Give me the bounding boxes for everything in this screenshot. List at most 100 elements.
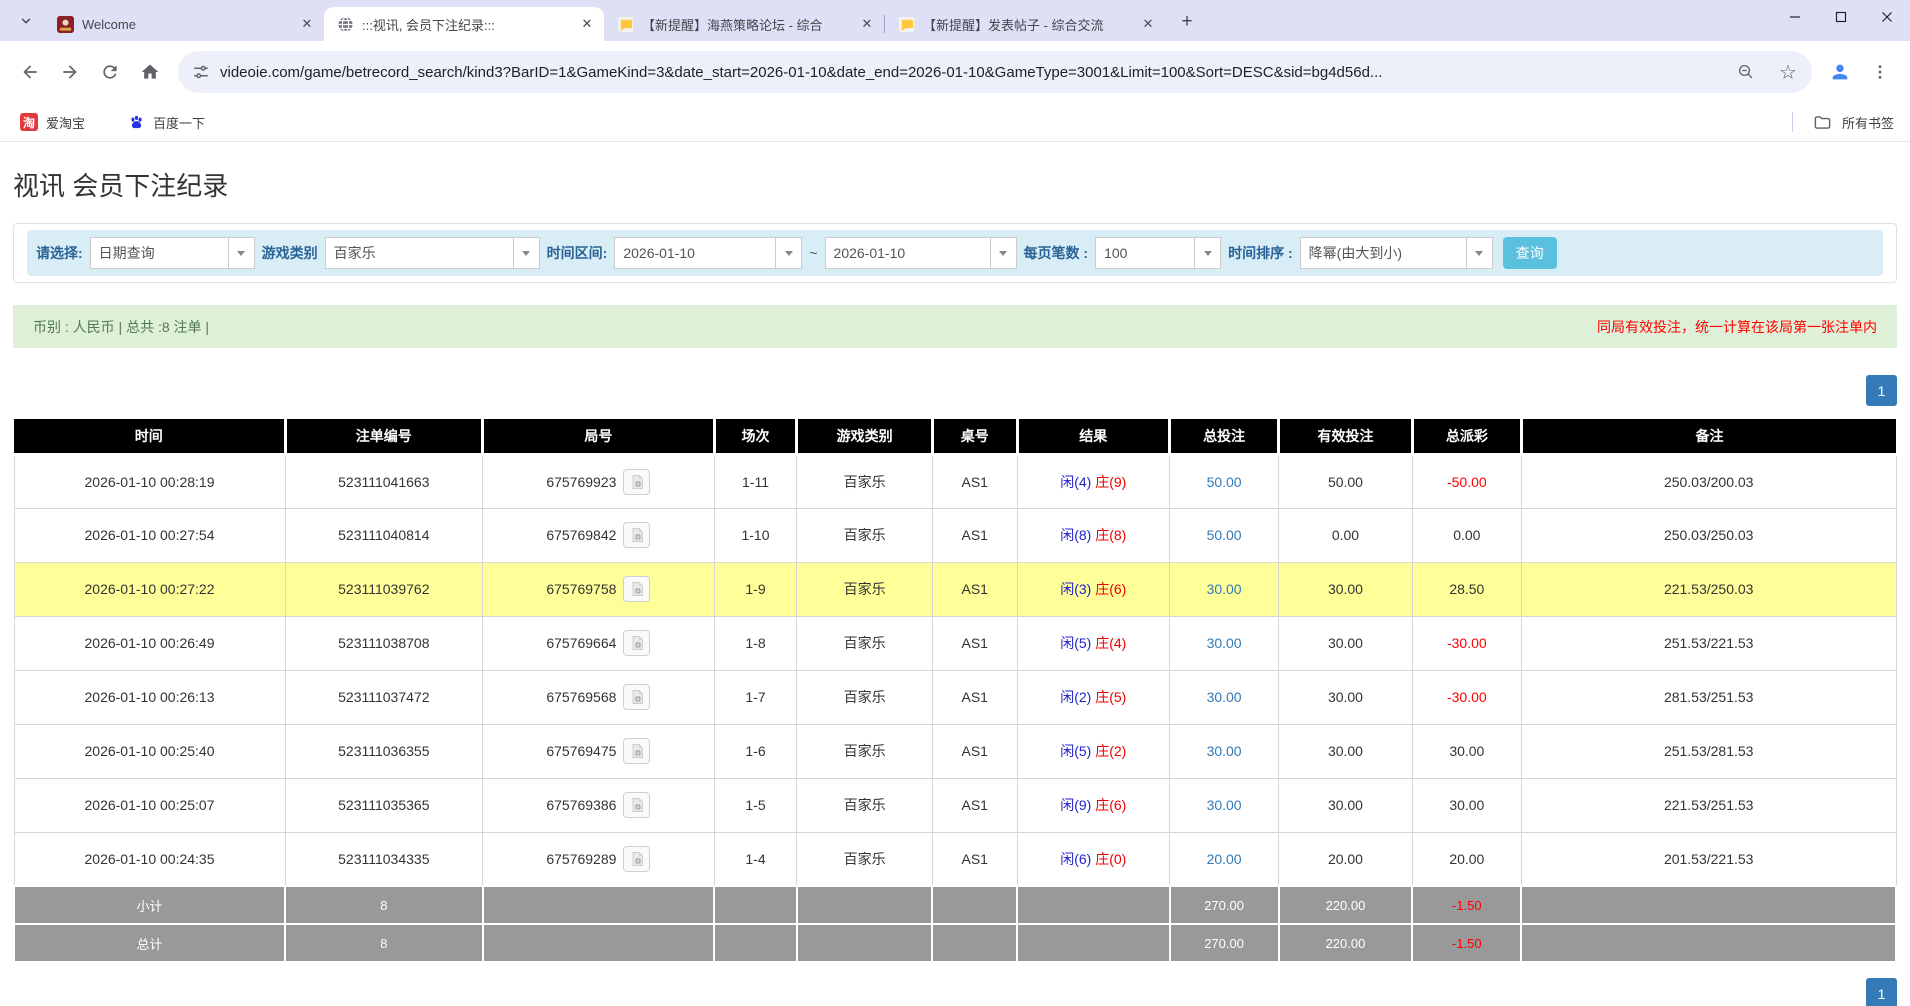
cell-game: 百家乐 xyxy=(797,508,933,562)
result-player: 闲(4) xyxy=(1060,474,1091,490)
table-row: 2026-01-10 00:27:22523111039762675769758… xyxy=(14,562,1896,616)
window-maximize-icon[interactable] xyxy=(1818,0,1864,34)
table-row: 2026-01-10 00:27:54523111040814675769842… xyxy=(14,508,1896,562)
cell-session: 1-10 xyxy=(714,508,797,562)
cell-total-bet[interactable]: 50.00 xyxy=(1170,508,1279,562)
col-header-game: 游戏类别 xyxy=(797,419,933,454)
cell-total-bet[interactable]: 30.00 xyxy=(1170,670,1279,724)
result-player: 闲(9) xyxy=(1060,797,1091,813)
cell-time: 2026-01-10 00:26:13 xyxy=(14,670,285,724)
bookmark-baidu[interactable]: 百度一下 xyxy=(123,109,209,135)
date-start-select[interactable]: 2026-01-10 xyxy=(614,237,802,269)
tab-close-icon[interactable]: ✕ xyxy=(298,15,316,33)
tab-forum-post[interactable]: 【新提醒】发表帖子 - 综合交流 ✕ xyxy=(885,7,1165,41)
video-replay-button[interactable] xyxy=(623,846,650,872)
query-type-label: 请选择: xyxy=(36,243,83,263)
reload-button[interactable] xyxy=(90,52,130,92)
cell-game: 百家乐 xyxy=(797,454,933,508)
page-size-select[interactable]: 100 xyxy=(1095,237,1221,269)
cell-time: 2026-01-10 00:27:54 xyxy=(14,508,285,562)
tab-close-icon[interactable]: ✕ xyxy=(578,15,596,33)
cell-valid-bet: 0.00 xyxy=(1279,508,1413,562)
query-type-select[interactable]: 日期查询 xyxy=(90,237,255,269)
home-button[interactable] xyxy=(130,52,170,92)
tab-welcome[interactable]: Welcome ✕ xyxy=(44,7,324,41)
chevron-down-icon xyxy=(775,238,801,268)
tab-close-icon[interactable]: ✕ xyxy=(1139,15,1157,33)
video-replay-button[interactable] xyxy=(623,522,650,548)
menu-button[interactable] xyxy=(1860,52,1900,92)
sort-select[interactable]: 降幂(由大到小) xyxy=(1300,237,1493,269)
round-number: 675769923 xyxy=(546,474,616,490)
result-player: 闲(8) xyxy=(1060,527,1091,543)
back-button[interactable] xyxy=(10,52,50,92)
site-info-icon[interactable] xyxy=(192,63,210,81)
bookmark-star-icon[interactable]: ☆ xyxy=(1772,56,1804,88)
tab-forum-haiyan[interactable]: 【新提醒】海燕策略论坛 - 综合 ✕ xyxy=(604,7,884,41)
page-1-button[interactable]: 1 xyxy=(1866,978,1897,1006)
window-close-icon[interactable] xyxy=(1864,0,1910,34)
summary-valid-bet: 220.00 xyxy=(1279,924,1413,962)
cell-total-bet[interactable]: 20.00 xyxy=(1170,832,1279,886)
summary-row: 小计8270.00220.00-1.50 xyxy=(14,886,1896,924)
zoom-level-button[interactable] xyxy=(1730,56,1762,88)
cell-valid-bet: 50.00 xyxy=(1279,454,1413,508)
chevron-down-icon xyxy=(990,238,1016,268)
cell-total-bet[interactable]: 30.00 xyxy=(1170,724,1279,778)
cell-total-bet[interactable]: 50.00 xyxy=(1170,454,1279,508)
video-replay-button[interactable] xyxy=(623,469,650,495)
tab-close-icon[interactable]: ✕ xyxy=(858,15,876,33)
tab-search-button[interactable] xyxy=(12,7,40,35)
col-header-bet-id: 注单编号 xyxy=(285,419,483,454)
window-controls xyxy=(1772,0,1910,34)
cell-table: AS1 xyxy=(932,778,1017,832)
col-header-payout: 总派彩 xyxy=(1412,419,1521,454)
cell-session: 1-9 xyxy=(714,562,797,616)
window-minimize-icon[interactable] xyxy=(1772,0,1818,34)
cell-session: 1-4 xyxy=(714,832,797,886)
video-replay-button[interactable] xyxy=(623,576,650,602)
video-replay-button[interactable] xyxy=(623,792,650,818)
tab-title: 【新提醒】海燕策略论坛 - 综合 xyxy=(642,15,850,34)
result-banker: 庄(9) xyxy=(1095,474,1126,490)
cell-round: 675769923 xyxy=(483,454,714,508)
video-replay-button[interactable] xyxy=(623,630,650,656)
date-end-value: 2026-01-10 xyxy=(826,238,990,268)
cell-total-bet[interactable]: 30.00 xyxy=(1170,616,1279,670)
all-bookmarks[interactable]: 所有书签 xyxy=(1792,112,1894,132)
result-text: 闲(5) 庄(2) xyxy=(1060,743,1126,759)
pagination-bottom: 1 xyxy=(13,978,1897,1006)
profile-button[interactable] xyxy=(1820,52,1860,92)
tab-title: :::视讯, 会员下注纪录::: xyxy=(362,15,570,34)
bookmarks-divider xyxy=(1792,112,1793,132)
cell-table: AS1 xyxy=(932,832,1017,886)
bookmark-taobao[interactable]: 淘 爱淘宝 xyxy=(16,109,89,135)
cell-total-bet[interactable]: 30.00 xyxy=(1170,778,1279,832)
cell-total-bet[interactable]: 30.00 xyxy=(1170,562,1279,616)
filter-bar: 请选择: 日期查询 游戏类别 百家乐 时间区间: 2026-01-10 ~ 20… xyxy=(27,230,1883,276)
welcome-favicon-icon xyxy=(56,15,74,33)
video-replay-button[interactable] xyxy=(623,684,650,710)
bookmark-label: 爱淘宝 xyxy=(46,113,85,132)
bet-table-footer: 小计8270.00220.00-1.50总计8270.00220.00-1.50 xyxy=(14,886,1896,962)
video-replay-button[interactable] xyxy=(623,738,650,764)
game-type-select[interactable]: 百家乐 xyxy=(325,237,540,269)
date-end-select[interactable]: 2026-01-10 xyxy=(825,237,1017,269)
summary-session xyxy=(714,924,797,962)
video-file-icon xyxy=(629,797,645,813)
cell-game: 百家乐 xyxy=(797,724,933,778)
url-text[interactable]: videoie.com/game/betrecord_search/kind3?… xyxy=(220,64,1720,81)
tab-bet-records-active[interactable]: :::视讯, 会员下注纪录::: ✕ xyxy=(324,7,604,41)
cell-payout: -30.00 xyxy=(1412,670,1521,724)
cell-time: 2026-01-10 00:27:22 xyxy=(14,562,285,616)
address-bar[interactable]: videoie.com/game/betrecord_search/kind3?… xyxy=(178,51,1812,93)
cell-result: 闲(8) 庄(8) xyxy=(1017,508,1169,562)
date-range-label: 时间区间: xyxy=(547,243,608,263)
page-1-button[interactable]: 1 xyxy=(1866,375,1897,406)
browser-tab-strip: Welcome ✕ :::视讯, 会员下注纪录::: ✕ 【新提醒】海燕策略论坛… xyxy=(0,0,1910,41)
forward-button[interactable] xyxy=(50,52,90,92)
new-tab-button[interactable]: + xyxy=(1173,8,1201,36)
cell-table: AS1 xyxy=(932,616,1017,670)
cell-remark: 251.53/281.53 xyxy=(1521,724,1896,778)
search-button[interactable]: 查询 xyxy=(1503,237,1557,269)
